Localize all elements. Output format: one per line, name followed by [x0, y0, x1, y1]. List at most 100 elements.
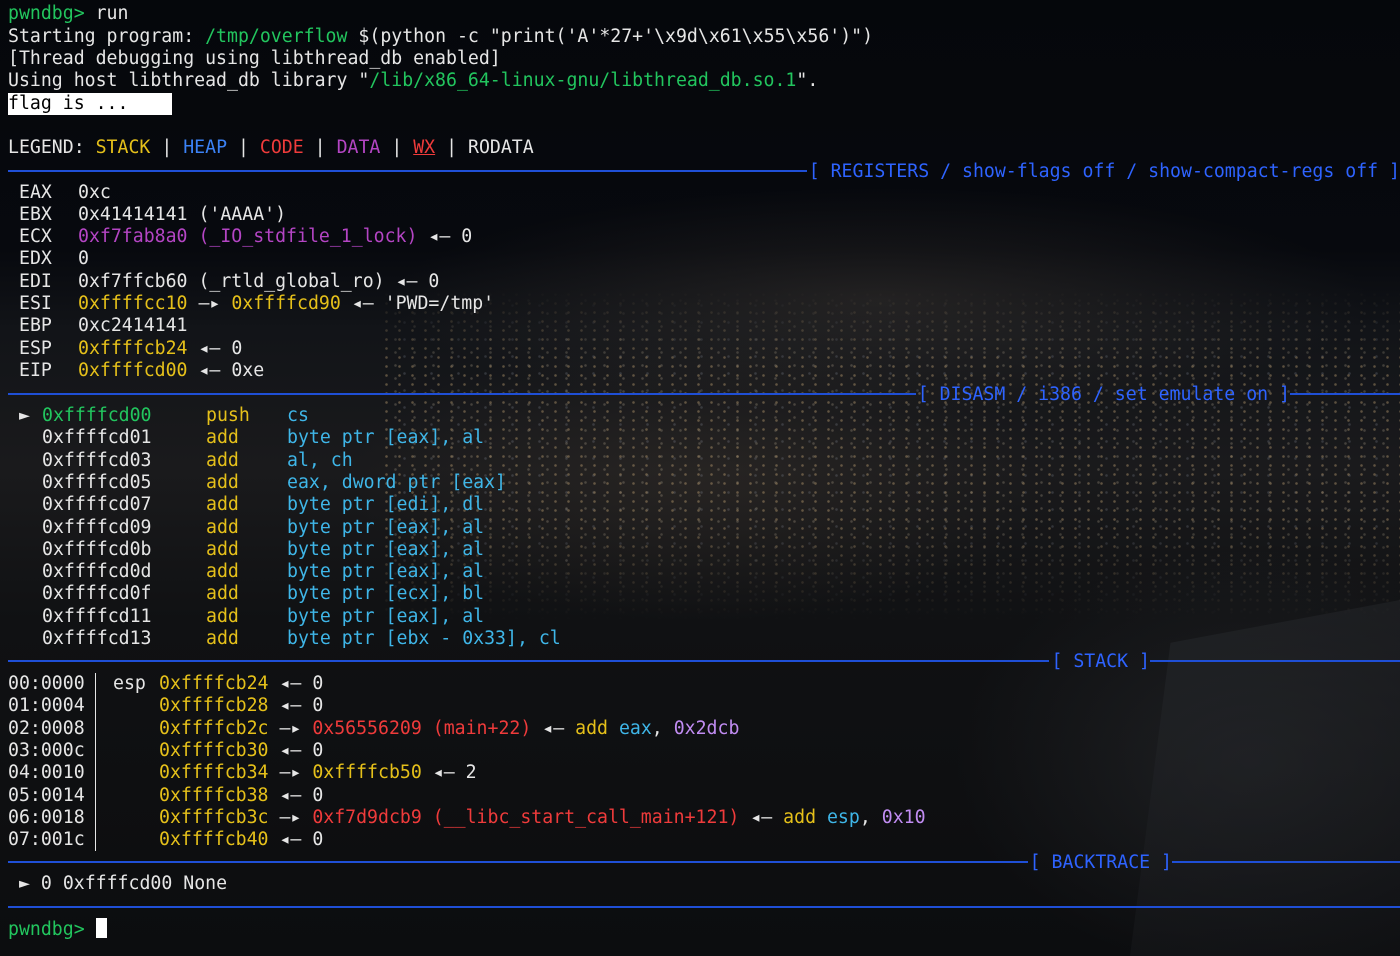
register-name: ECX	[19, 226, 52, 247]
stack-row: 06:0018 0xffffcb3c —▸ 0xf7d9dcb9 (__libc_…	[8, 807, 926, 829]
stack-offset: 03:000c	[8, 739, 85, 761]
instruction-mnemonic: add	[206, 583, 239, 605]
register-pointer: 0xffffcd90	[231, 293, 341, 314]
stack-instruction: add	[575, 717, 608, 739]
stack-value: 0	[312, 673, 324, 694]
separator-rule	[8, 170, 807, 172]
register-value: 0xf7fab8a0	[78, 226, 188, 247]
register-name: EIP	[19, 360, 52, 381]
register-value: 0xffffcd00	[78, 360, 188, 381]
frame-index: 0	[40, 873, 52, 894]
backtrace-header: [ BACKTRACE ]	[1029, 851, 1172, 873]
libthread-db-line: Using host libthread_db library "/lib/x8…	[8, 70, 818, 92]
separator-rule	[1172, 861, 1400, 863]
stack-row: 02:0008 0xffffcb2c —▸ 0x56556209 (main+22…	[8, 718, 739, 740]
register-value: 0	[78, 248, 89, 269]
arrow: —▸	[279, 717, 302, 739]
stack-offset: 06:0018	[8, 806, 85, 828]
stack-offset: 07:001c	[8, 829, 85, 851]
stack-value: 0	[312, 739, 324, 761]
flag-output-line: flag is ...	[8, 93, 173, 115]
register-row: EDX 0	[19, 248, 89, 270]
stack-address: 0xffffcb34	[159, 762, 269, 784]
stack-address: 0xffffcb28	[159, 695, 269, 717]
program-path: /tmp/overflow	[205, 26, 348, 47]
instruction-mnemonic: add	[206, 516, 239, 538]
libthread-suffix: ".	[796, 70, 819, 91]
stack-row: 05:0014 0xffffcb38 ◂— 0	[8, 785, 323, 807]
stack-deref: 2	[465, 762, 477, 784]
instruction-address: 0xffffcd00	[42, 405, 152, 426]
register-row: ESP 0xffffcb24 ◂— 0	[19, 338, 242, 360]
register-name: EDX	[19, 248, 52, 269]
separator-rule	[8, 861, 1028, 863]
stack-value: 0	[312, 784, 324, 806]
register-row: ESI 0xffffcc10 —▸ 0xffffcd90 ◂— 'PWD=/tmp…	[19, 293, 494, 315]
register-value: 0xffffcb24	[78, 338, 188, 359]
operand-comma: ,	[651, 717, 674, 739]
instruction-operands: byte ptr [eax], al	[287, 605, 485, 627]
disasm-row: 0xffffcd05 add eax, dword ptr [eax]	[19, 472, 506, 494]
register-deref: 0	[231, 338, 243, 359]
disasm-row: 0xffffcd07 add byte ptr [edi], dl	[19, 494, 484, 516]
command: run	[95, 3, 129, 24]
stack-address: 0xffffcb30	[159, 739, 269, 761]
instruction-mnemonic: add	[206, 561, 239, 583]
instruction-address: 0xffffcd05	[42, 471, 152, 493]
text-cursor[interactable]	[95, 918, 107, 938]
separator-rule	[8, 660, 1050, 662]
instruction-mnemonic: add	[206, 605, 239, 627]
arrow: ◂—	[279, 673, 302, 694]
register-value: 0xc2414141	[78, 315, 188, 336]
register-note: (_rtld_global_ro)	[198, 271, 385, 292]
disasm-row: 0xffffcd03 add al, ch	[19, 450, 353, 472]
arrow: ◂—	[279, 695, 302, 717]
registers-header: [ REGISTERS / show-flags off / show-comp…	[808, 160, 1400, 182]
stack-address: 0xffffcb24	[159, 673, 269, 694]
register-value: 0x41414141	[78, 204, 188, 225]
register-deref: 0	[428, 271, 440, 292]
stack-header: [ STACK ]	[1051, 650, 1150, 672]
stack-register: esp	[113, 673, 146, 694]
instruction-mnemonic: add	[206, 471, 239, 493]
backtrace-separator: [ BACKTRACE ]	[8, 851, 1400, 873]
instruction-address: 0xffffcd0f	[42, 583, 152, 605]
instruction-operands: byte ptr [eax], al	[287, 561, 485, 583]
legend-label: LEGEND:	[8, 137, 85, 158]
legend-wx: WX	[413, 137, 436, 158]
arrow: ◂—	[432, 762, 455, 784]
instruction-address: 0xffffcd11	[42, 605, 152, 627]
instruction-mnemonic: add	[206, 427, 239, 449]
legend-stack: STACK	[95, 137, 151, 158]
arrow: —▸	[198, 293, 221, 314]
register-row: EIP 0xffffcd00 ◂— 0xe	[19, 360, 264, 382]
arrow: ◂—	[279, 784, 302, 806]
register-row: EBP 0xc2414141	[19, 315, 188, 337]
prompt: pwndbg>	[8, 919, 85, 940]
register-row: EDI 0xf7ffcb60 (_rtld_global_ro) ◂— 0	[19, 271, 439, 293]
disasm-row: 0xffffcd13 add byte ptr [ebx - 0x33], cl	[19, 628, 561, 650]
register-note: (_IO_stdfile_1_lock)	[198, 226, 418, 247]
arrow: ◂—	[542, 717, 565, 739]
thread-debugging-line: [Thread debugging using libthread_db ena…	[8, 48, 501, 69]
stack-address: 0xffffcb40	[159, 829, 269, 851]
current-instruction-marker: ►	[19, 405, 30, 426]
disasm-separator: [ DISASM / i386 / set emulate on ]	[8, 383, 1400, 405]
stack-address: 0xffffcb3c	[159, 806, 269, 828]
instruction-operands: byte ptr [eax], al	[287, 538, 485, 560]
arrow: ◂—	[750, 806, 773, 828]
input-line[interactable]: pwndbg>	[8, 918, 107, 940]
instruction-operands: byte ptr [eax], al	[287, 427, 485, 449]
register-name: EDI	[19, 271, 52, 292]
disasm-row: 0xffffcd0d add byte ptr [eax], al	[19, 561, 484, 583]
legend-heap: HEAP	[183, 137, 228, 158]
stack-row: 04:0010 0xffffcb34 —▸ 0xffffcb50 ◂— 2	[8, 762, 477, 784]
instruction-mnemonic: add	[206, 628, 239, 649]
arrow: ◂—	[395, 271, 418, 292]
stack-offset: 05:0014	[8, 784, 85, 806]
registers-separator: [ REGISTERS / show-flags off / show-comp…	[8, 160, 1400, 182]
legend-sep: |	[314, 137, 326, 158]
instruction-mnemonic: add	[206, 449, 239, 471]
disasm-row: 0xffffcd01 add byte ptr [eax], al	[19, 427, 484, 449]
instruction-operands: byte ptr [ebx - 0x33], cl	[287, 628, 561, 649]
